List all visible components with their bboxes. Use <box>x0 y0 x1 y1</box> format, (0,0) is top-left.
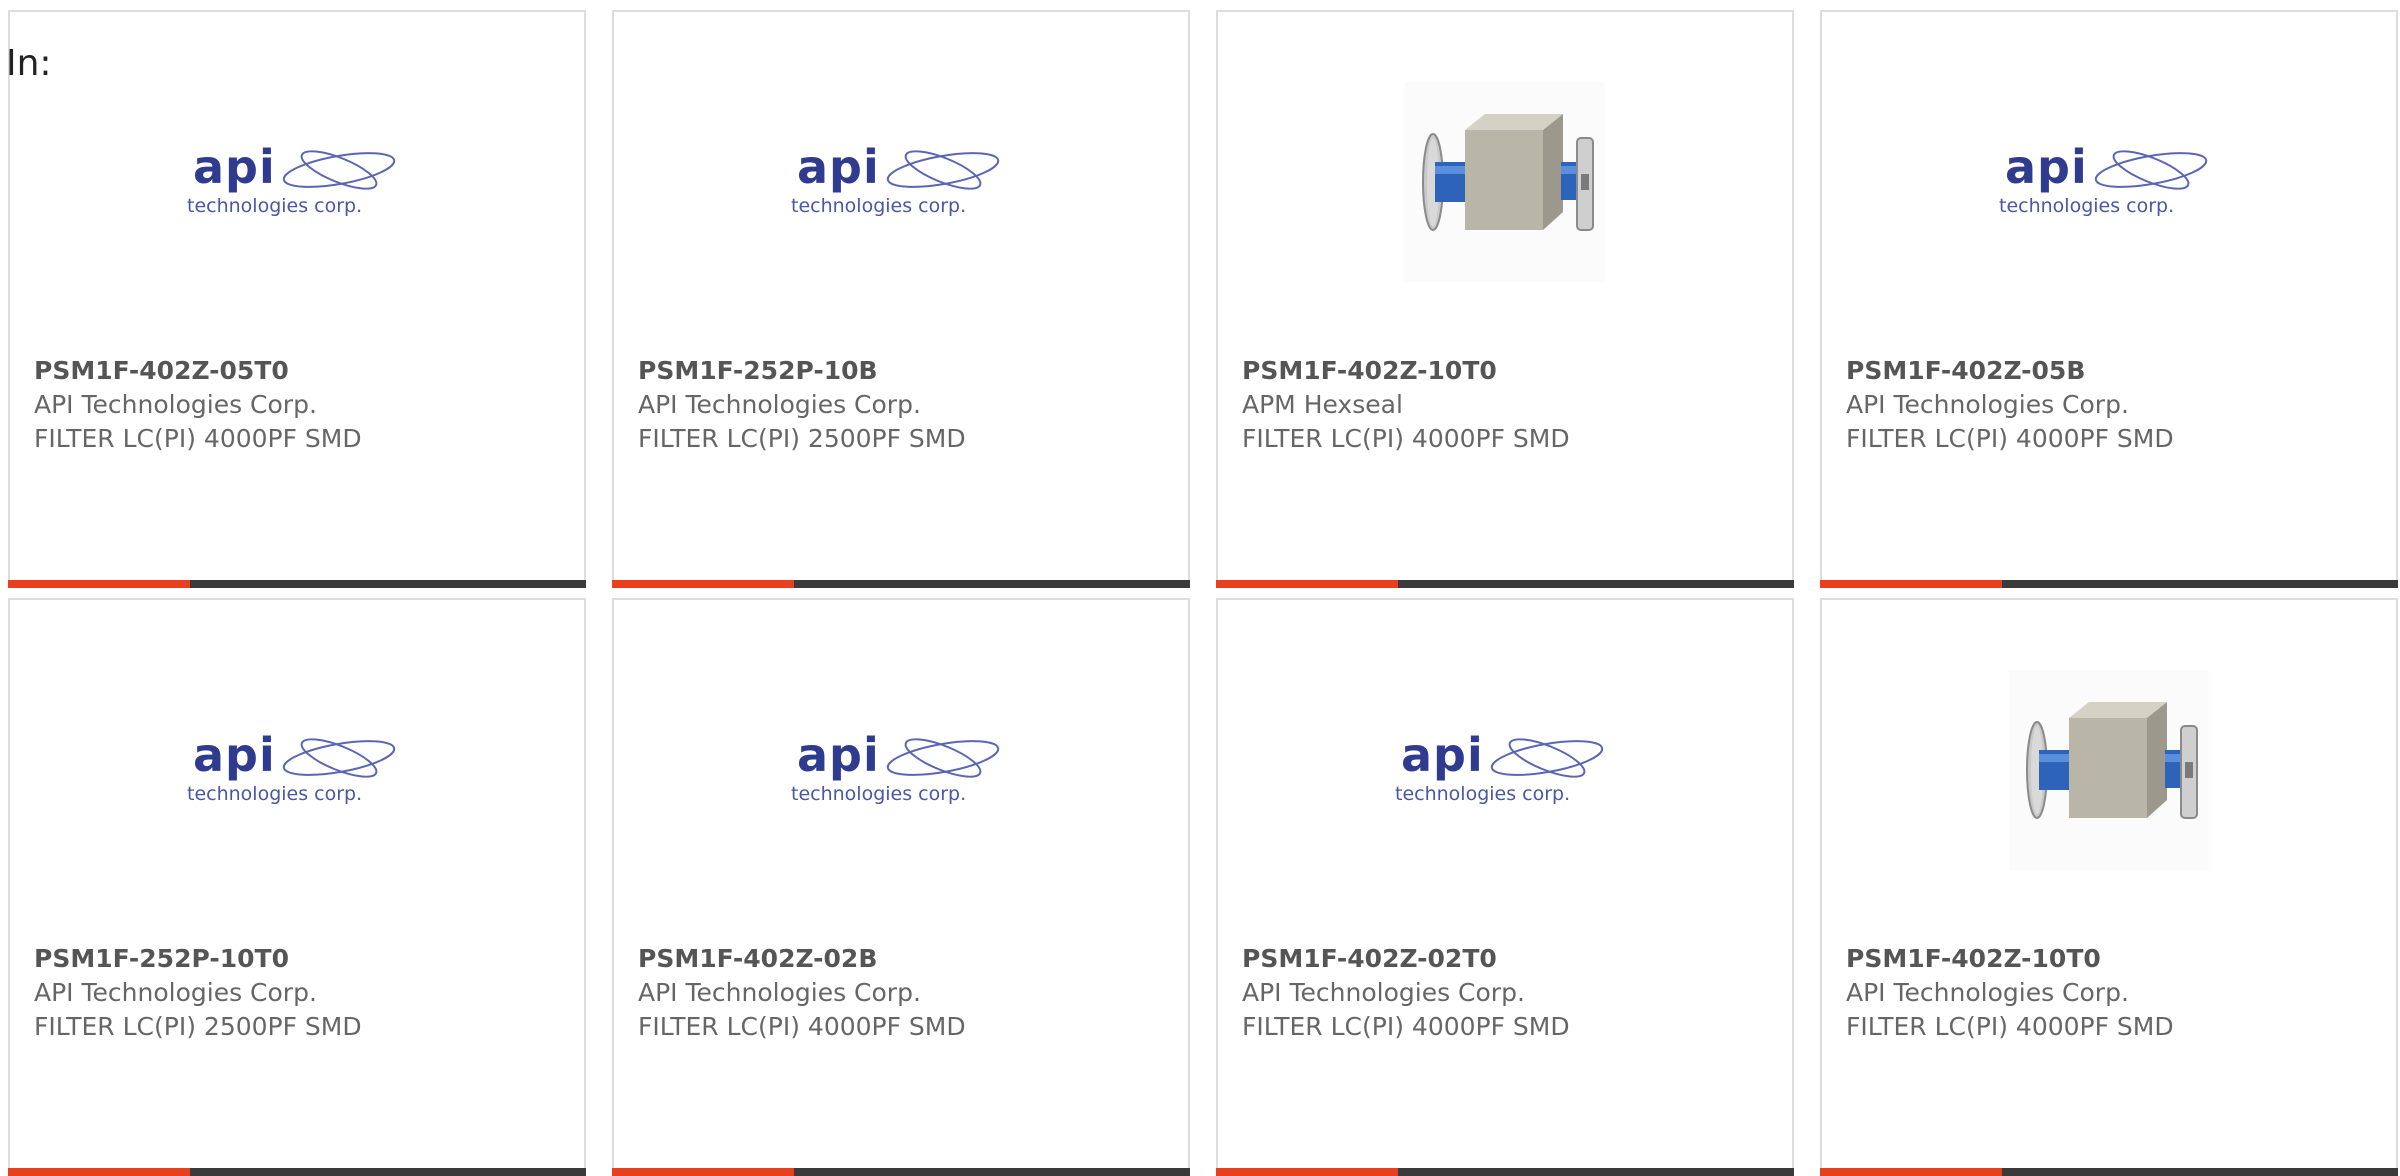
card-bar <box>612 580 1190 588</box>
product-thumbnail[interactable]: api technologies corp. <box>10 660 584 880</box>
card-bar-accent <box>8 580 190 588</box>
description: FILTER LC(PI) 4000PF SMD <box>1242 1012 1570 1041</box>
product-card[interactable]: api technologies corp. PSM1F-402Z-02T0 A… <box>1216 598 1794 1176</box>
card-bar <box>1216 580 1794 588</box>
logo-tagline: technologies corp. <box>187 783 363 805</box>
description: FILTER LC(PI) 2500PF SMD <box>34 1012 362 1041</box>
description: FILTER LC(PI) 4000PF SMD <box>1846 424 2174 453</box>
logo-wordmark: api <box>1401 728 1484 782</box>
logo-tagline: technologies corp. <box>1999 195 2175 217</box>
logo-wordmark: api <box>797 728 880 782</box>
product-info: PSM1F-402Z-05B API Technologies Corp. FI… <box>1846 354 2376 456</box>
product-info: PSM1F-252P-10B API Technologies Corp. FI… <box>638 354 1168 456</box>
manufacturer: API Technologies Corp. <box>1242 978 1525 1007</box>
manufacturer: API Technologies Corp. <box>34 978 317 1007</box>
part-number[interactable]: PSM1F-402Z-10T0 <box>1846 942 2376 976</box>
part-number[interactable]: PSM1F-252P-10T0 <box>34 942 564 976</box>
product-thumbnail[interactable]: api technologies corp. <box>1822 72 2396 292</box>
orbit-icon <box>282 738 396 778</box>
card-bar-accent <box>612 1168 794 1176</box>
api-technologies-logo: api technologies corp. <box>1395 725 1615 815</box>
card-bar <box>8 580 586 588</box>
orbit-icon <box>1490 738 1604 778</box>
product-info: PSM1F-402Z-10T0 API Technologies Corp. F… <box>1846 942 2376 1044</box>
manufacturer: APM Hexseal <box>1242 390 1403 419</box>
part-number[interactable]: PSM1F-402Z-02B <box>638 942 1168 976</box>
manufacturer: API Technologies Corp. <box>638 978 921 1007</box>
logo-wordmark: api <box>797 140 880 194</box>
filter-component-photo <box>2009 670 2209 870</box>
part-number[interactable]: PSM1F-402Z-05B <box>1846 354 2376 388</box>
product-info: PSM1F-402Z-02B API Technologies Corp. FI… <box>638 942 1168 1044</box>
card-bar <box>8 1168 586 1176</box>
product-thumbnail[interactable] <box>1822 660 2396 880</box>
product-thumbnail[interactable]: api technologies corp. <box>614 72 1188 292</box>
orbit-icon <box>886 738 1000 778</box>
card-bar-accent <box>8 1168 190 1176</box>
product-thumbnail[interactable]: api technologies corp. <box>614 660 1188 880</box>
part-number[interactable]: PSM1F-402Z-10T0 <box>1242 354 1772 388</box>
logo-wordmark: api <box>193 728 276 782</box>
card-bar <box>1216 1168 1794 1176</box>
product-info: PSM1F-402Z-05T0 API Technologies Corp. F… <box>34 354 564 456</box>
api-technologies-logo: api technologies corp. <box>1999 137 2219 227</box>
filter-component-photo <box>1405 82 1605 282</box>
part-number[interactable]: PSM1F-402Z-05T0 <box>34 354 564 388</box>
card-bar <box>1820 580 2398 588</box>
product-info: PSM1F-252P-10T0 API Technologies Corp. F… <box>34 942 564 1044</box>
product-card[interactable]: api technologies corp. PSM1F-402Z-02B AP… <box>612 598 1190 1176</box>
product-card[interactable]: PSM1F-402Z-10T0 APM Hexseal FILTER LC(PI… <box>1216 10 1794 588</box>
api-technologies-logo: api technologies corp. <box>791 137 1011 227</box>
orbit-icon <box>282 150 396 190</box>
description: FILTER LC(PI) 4000PF SMD <box>638 1012 966 1041</box>
product-info: PSM1F-402Z-10T0 APM Hexseal FILTER LC(PI… <box>1242 354 1772 456</box>
part-number[interactable]: PSM1F-252P-10B <box>638 354 1168 388</box>
manufacturer: API Technologies Corp. <box>638 390 921 419</box>
orbit-icon <box>886 150 1000 190</box>
card-bar-accent <box>1216 580 1398 588</box>
card-bar-accent <box>1820 580 2002 588</box>
logo-tagline: technologies corp. <box>791 195 967 217</box>
product-card[interactable]: api technologies corp. PSM1F-402Z-05T0 A… <box>8 10 586 588</box>
logo-tagline: technologies corp. <box>187 195 363 217</box>
part-number[interactable]: PSM1F-402Z-02T0 <box>1242 942 1772 976</box>
product-card[interactable]: PSM1F-402Z-10T0 API Technologies Corp. F… <box>1820 598 2398 1176</box>
manufacturer: API Technologies Corp. <box>1846 390 2129 419</box>
card-bar <box>1820 1168 2398 1176</box>
logo-tagline: technologies corp. <box>791 783 967 805</box>
api-technologies-logo: api technologies corp. <box>791 725 1011 815</box>
product-thumbnail[interactable]: api technologies corp. <box>1218 660 1792 880</box>
product-grid: api technologies corp. PSM1F-402Z-05T0 A… <box>8 10 2398 1176</box>
card-bar-accent <box>612 580 794 588</box>
orbit-icon <box>2094 150 2208 190</box>
search-scope-label: In: <box>6 43 52 84</box>
product-card[interactable]: api technologies corp. PSM1F-252P-10T0 A… <box>8 598 586 1176</box>
api-technologies-logo: api technologies corp. <box>187 137 407 227</box>
card-bar-accent <box>1820 1168 2002 1176</box>
card-bar-accent <box>1216 1168 1398 1176</box>
product-thumbnail[interactable]: api technologies corp. <box>10 72 584 292</box>
logo-wordmark: api <box>2005 140 2088 194</box>
product-card[interactable]: api technologies corp. PSM1F-402Z-05B AP… <box>1820 10 2398 588</box>
card-bar <box>612 1168 1190 1176</box>
product-card[interactable]: api technologies corp. PSM1F-252P-10B AP… <box>612 10 1190 588</box>
description: FILTER LC(PI) 4000PF SMD <box>1242 424 1570 453</box>
product-info: PSM1F-402Z-02T0 API Technologies Corp. F… <box>1242 942 1772 1044</box>
manufacturer: API Technologies Corp. <box>1846 978 2129 1007</box>
description: FILTER LC(PI) 4000PF SMD <box>1846 1012 2174 1041</box>
description: FILTER LC(PI) 2500PF SMD <box>638 424 966 453</box>
description: FILTER LC(PI) 4000PF SMD <box>34 424 362 453</box>
logo-tagline: technologies corp. <box>1395 783 1571 805</box>
product-thumbnail[interactable] <box>1218 72 1792 292</box>
manufacturer: API Technologies Corp. <box>34 390 317 419</box>
api-technologies-logo: api technologies corp. <box>187 725 407 815</box>
logo-wordmark: api <box>193 140 276 194</box>
